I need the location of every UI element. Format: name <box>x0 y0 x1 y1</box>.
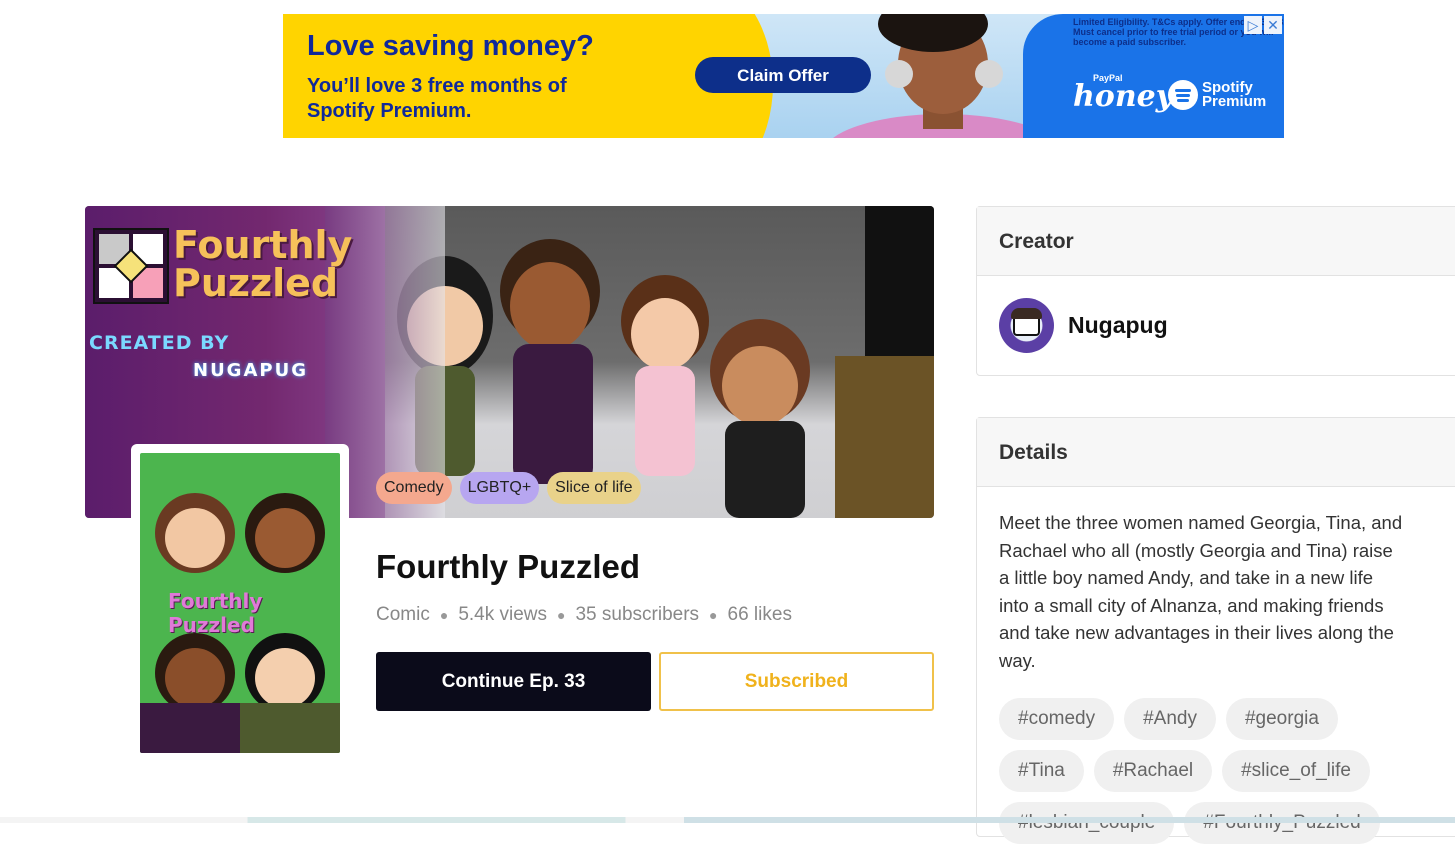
hashtag-chip[interactable]: #lesbian_couple <box>999 802 1175 844</box>
hashtag-chip[interactable]: #georgia <box>1225 698 1338 740</box>
hashtag-chip[interactable]: #Rachael <box>1093 750 1213 792</box>
genre-tag-slice-of-life[interactable]: Slice of life <box>547 472 641 504</box>
honey-label: honey <box>1073 79 1174 114</box>
subscribed-button[interactable]: Subscribed <box>659 652 934 711</box>
banner-logo-text: Fourthly Puzzled <box>173 223 353 305</box>
spotify-label: Spotify Premium <box>1202 79 1267 110</box>
details-heading: Details <box>977 418 1455 487</box>
hashtag-chip[interactable]: #Fourthly_Puzzled <box>1184 802 1380 844</box>
honey-logo: PayPal honey <box>1073 73 1174 114</box>
cover-image: Fourthly Puzzled <box>140 453 340 753</box>
banner-author-mark: NUGAPUG <box>193 360 308 381</box>
hashtag-chip[interactable]: #comedy <box>999 698 1115 740</box>
genre-tag-comedy[interactable]: Comedy <box>376 472 452 504</box>
creator-name[interactable]: Nugapug <box>1068 312 1168 339</box>
paypal-label: PayPal <box>1093 73 1123 83</box>
series-cover[interactable]: Fourthly Puzzled <box>131 444 349 762</box>
series-title: Fourthly Puzzled <box>376 548 640 585</box>
hashtag-chip[interactable]: #Tina <box>999 750 1084 792</box>
bottom-edge <box>0 817 1455 823</box>
adchoices-icon[interactable]: ▷ <box>1244 16 1262 34</box>
separator-dot: ● <box>439 607 449 623</box>
subscribers-count: 35 subscribers <box>575 604 700 625</box>
separator-dot: ● <box>557 607 566 623</box>
cover-title: Fourthly Puzzled <box>168 589 263 637</box>
ad-headline: Love saving money? <box>307 30 594 62</box>
series-type: Comic <box>376 604 430 625</box>
avatar-hair <box>1011 308 1042 319</box>
puzzle-logo-icon <box>93 228 169 304</box>
creator-panel: Creator Nugapug <box>976 206 1455 376</box>
close-icon[interactable]: ✕ <box>1264 16 1282 34</box>
series-description: Meet the three women named Georgia, Tina… <box>999 512 1403 671</box>
spotify-icon <box>1168 80 1198 110</box>
genre-tag-lgbtq[interactable]: LGBTQ+ <box>459 472 540 504</box>
separator-dot: ● <box>709 607 718 623</box>
spotify-logo: Spotify Premium <box>1168 80 1272 110</box>
likes-count: 66 likes <box>727 604 792 625</box>
creator-link[interactable]: Nugapug <box>977 276 1455 375</box>
details-panel: Details Meet the three women named Georg… <box>976 417 1455 844</box>
genre-tags: Comedy LGBTQ+ Slice of life <box>376 472 641 504</box>
continue-episode-button[interactable]: Continue Ep. 33 <box>376 652 651 711</box>
avatar[interactable] <box>999 298 1054 353</box>
hashtag-chip[interactable]: #Andy <box>1124 698 1216 740</box>
ad-banner[interactable]: Love saving money? You’ll love 3 free mo… <box>283 14 1284 138</box>
creator-heading: Creator <box>977 207 1455 276</box>
views-count: 5.4k views <box>458 604 548 625</box>
hashtag-chip[interactable]: #slice_of_life <box>1222 750 1370 792</box>
ad-controls: ▷ ✕ <box>1244 16 1282 34</box>
ad-subline: You’ll love 3 free months of Spotify Pre… <box>307 75 567 122</box>
banner-tv <box>865 206 934 356</box>
claim-offer-button[interactable]: Claim Offer <box>695 57 871 93</box>
series-stats: Comic ● 5.4k views ● 35 subscribers ● 66… <box>376 604 792 626</box>
banner-created-by: CREATED BY <box>89 332 230 354</box>
